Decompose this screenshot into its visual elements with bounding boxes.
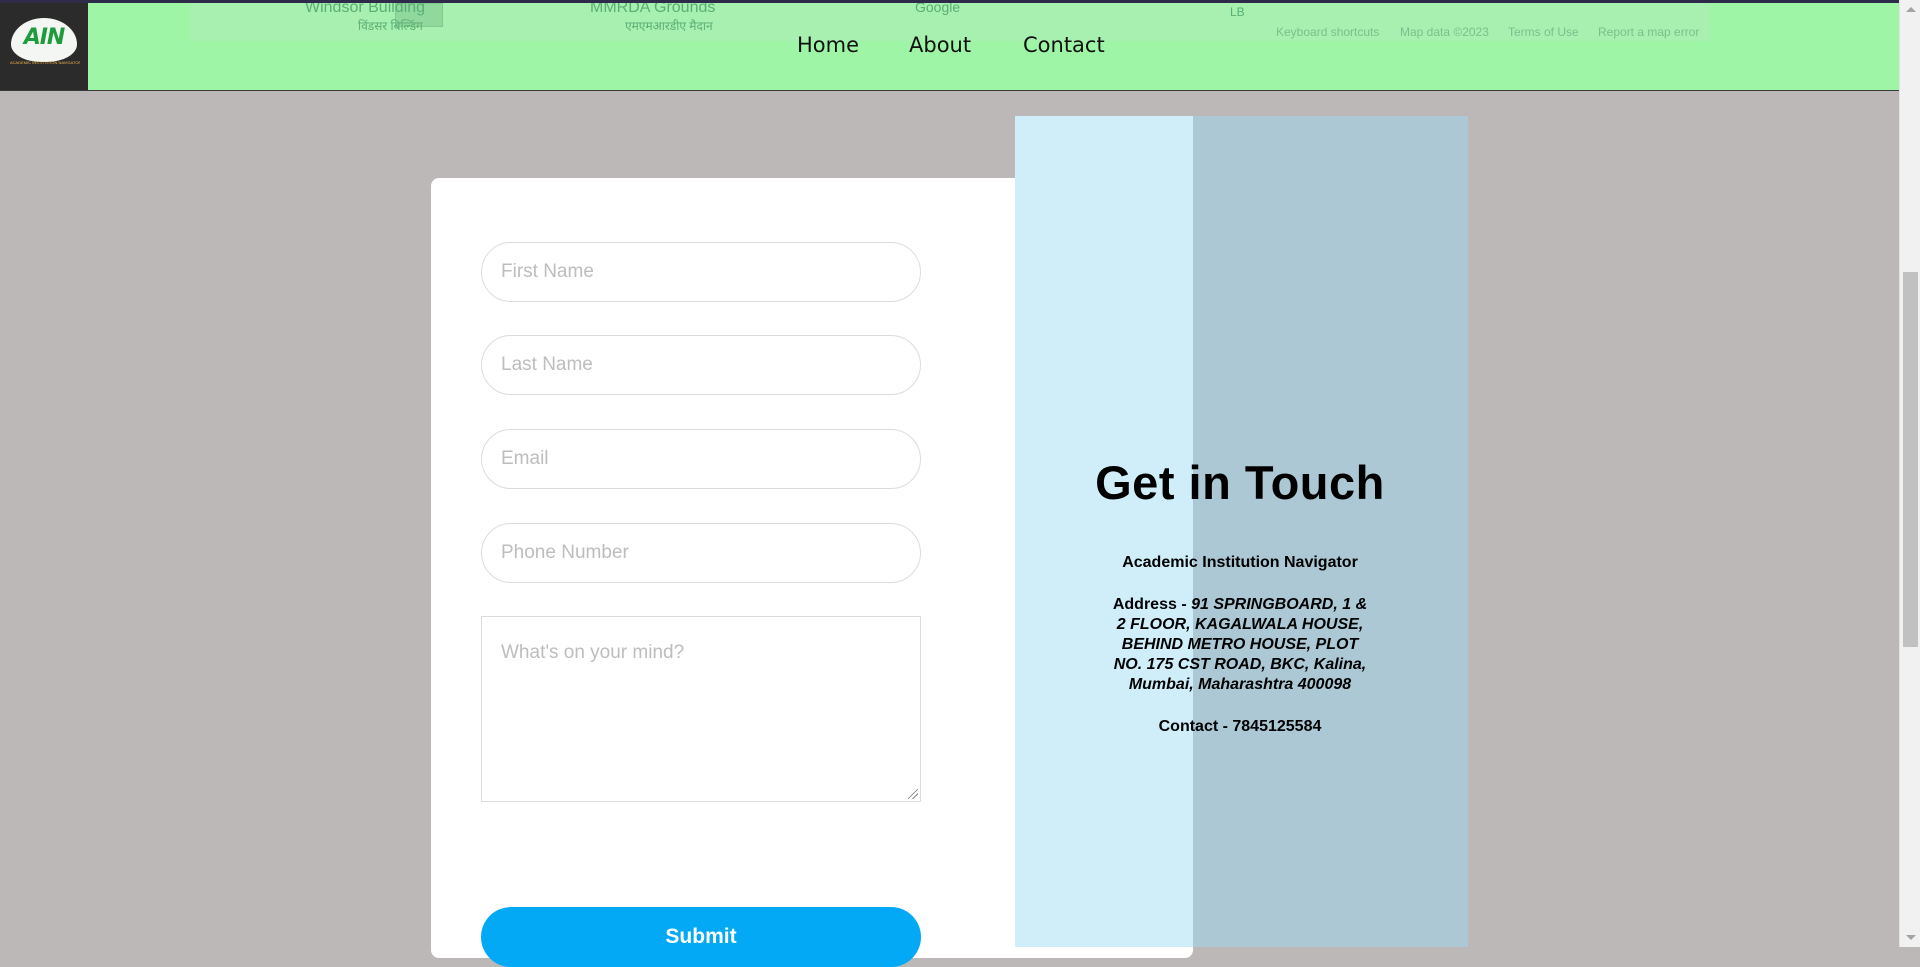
map-logo: Google [915, 3, 961, 15]
resize-handle-icon[interactable] [908, 789, 918, 799]
organization-name: Academic Institution Navigator [1122, 554, 1358, 571]
panel-title: Get in Touch [1095, 456, 1385, 509]
map-label: LB [1230, 5, 1245, 19]
message-textarea[interactable]: What's on your mind? [481, 616, 921, 802]
nav-contact[interactable]: Contact [1023, 33, 1105, 57]
message-placeholder: What's on your mind? [501, 642, 685, 663]
scroll-up-arrow-icon[interactable] [1906, 7, 1916, 12]
email-input[interactable]: Email [481, 429, 921, 489]
vertical-scrollbar[interactable] [1899, 0, 1920, 947]
site-logo[interactable]: AIN ACADEMIC INSTITUTION NAVIGATOR [0, 3, 88, 90]
logo-emblem: AIN [11, 18, 77, 62]
map-data-credit: Map data ©2023 [1400, 25, 1489, 39]
address-label: Address - [1112, 596, 1192, 613]
first-name-input[interactable]: First Name [481, 242, 921, 302]
scroll-down-arrow-icon[interactable] [1906, 935, 1916, 940]
map-keyboard-shortcuts[interactable]: Keyboard shortcuts [1276, 25, 1379, 39]
last-name-input[interactable]: Last Name [481, 335, 921, 395]
logo-subtitle: ACADEMIC INSTITUTION NAVIGATOR [10, 60, 80, 65]
contact-info: Get in Touch Academic Institution Naviga… [1080, 455, 1400, 736]
phone-number-input[interactable]: Phone Number [481, 523, 921, 583]
site-header: Windsor Building विंडसर बिल्डिंग MMRDA G… [0, 3, 1899, 91]
map-label: एमएमआरडीए मैदान [625, 19, 713, 33]
map-label: MMRDA Grounds [590, 3, 716, 16]
map-label: विंडसर बिल्डिंग [358, 19, 423, 33]
map-label: Windsor Building [305, 3, 426, 16]
map-terms-link[interactable]: Terms of Use [1508, 25, 1579, 39]
nav-home[interactable]: Home [797, 33, 859, 57]
map-report-error-link[interactable]: Report a map error [1598, 25, 1699, 39]
submit-button[interactable]: Submit [481, 907, 921, 967]
logo-text: AIN [23, 25, 66, 50]
nav-about[interactable]: About [909, 33, 971, 57]
scrollbar-thumb[interactable] [1903, 272, 1918, 647]
address-block: Address - 91 SPRINGBOARD, 1 & 2 FLOOR, K… [1110, 595, 1370, 695]
contact-number: Contact - 7845125584 [1158, 718, 1322, 735]
